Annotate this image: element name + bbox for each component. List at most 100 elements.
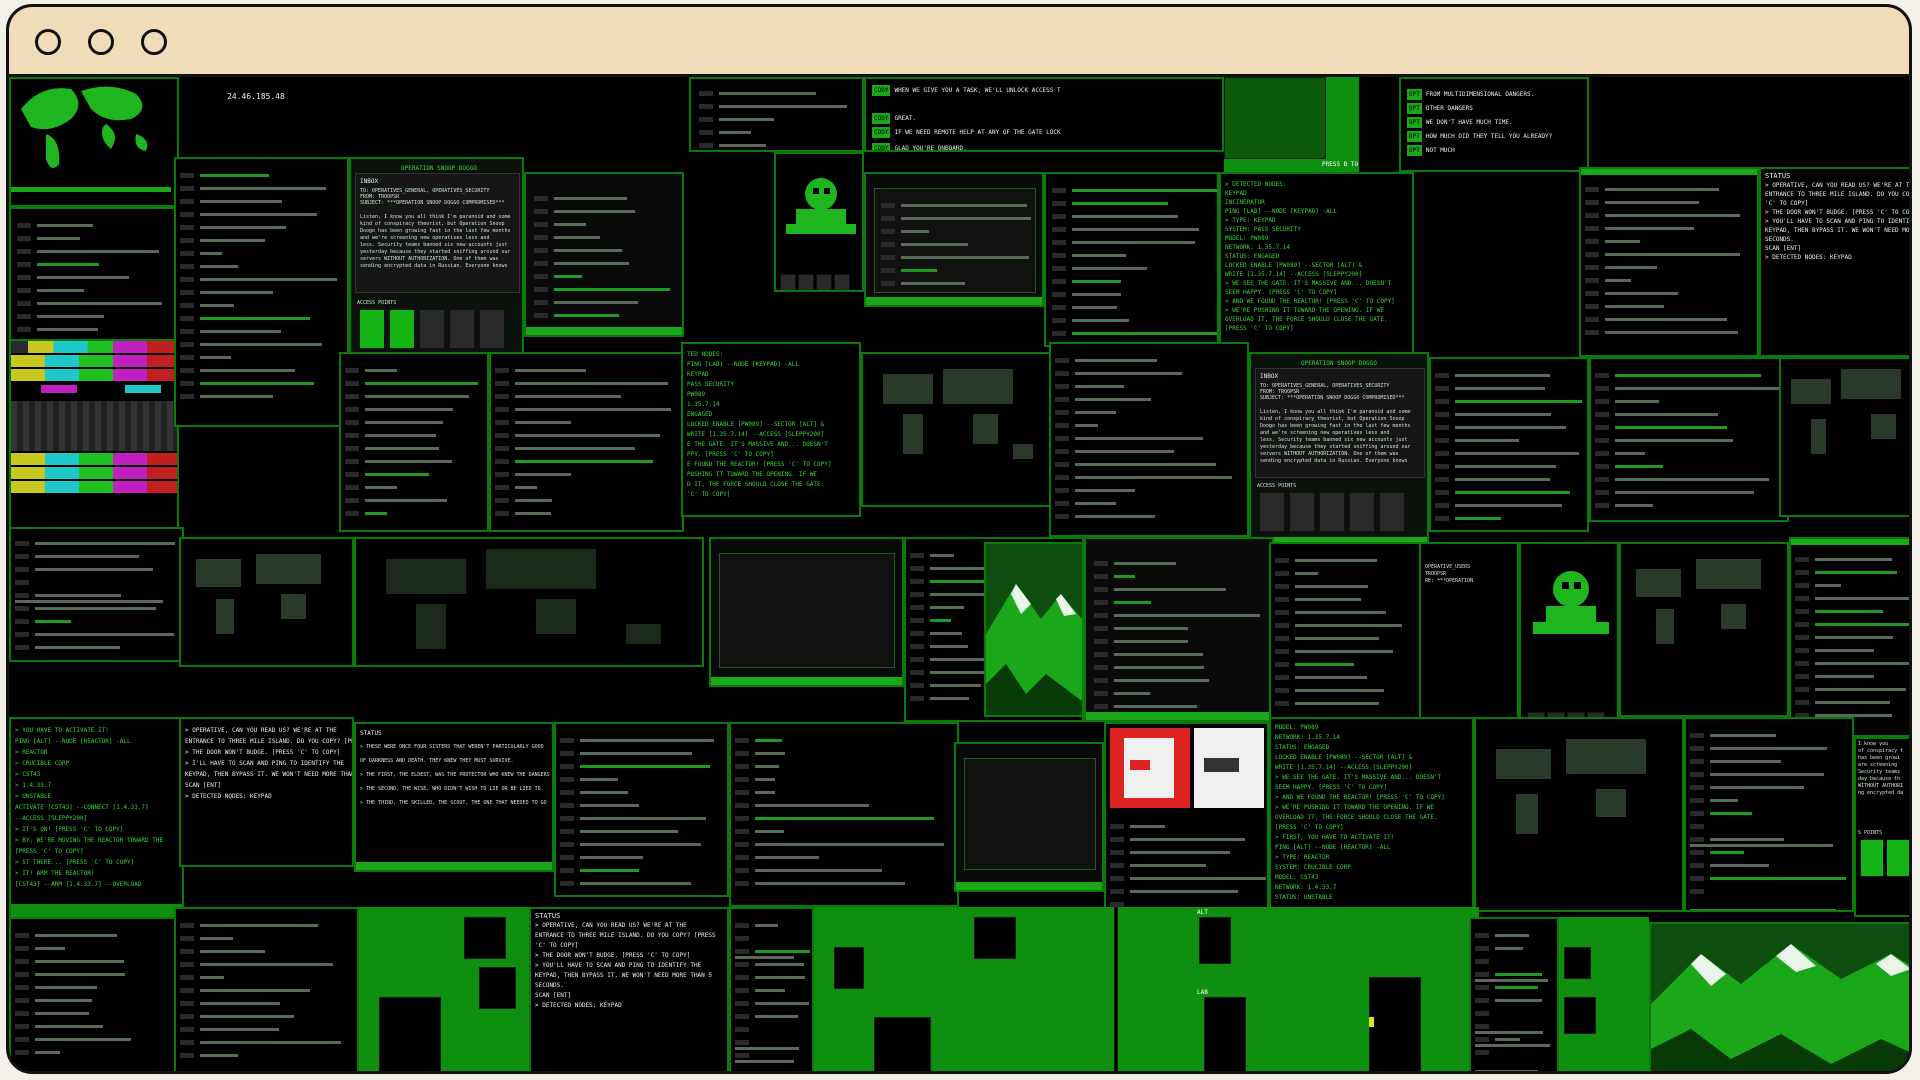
log-row [1094, 592, 1260, 605]
option-3[interactable]: OPT WE DON'T HAVE MUCH TIME. [1407, 117, 1513, 128]
scan-log-lines: > OPERATIVE, CAN YOU READ US? WE'RE AT T… [185, 725, 352, 802]
log-row [180, 1019, 341, 1032]
slot-c[interactable] [816, 274, 832, 290]
log-row [180, 373, 337, 386]
access-point-2-1[interactable] [1259, 492, 1285, 532]
log-row [1690, 868, 1852, 881]
log-row [534, 253, 670, 266]
maximize-button[interactable] [141, 29, 167, 55]
log-row [1585, 218, 1740, 231]
log-row [495, 425, 671, 438]
monitor-bar-3 [956, 882, 1102, 890]
access-point-5[interactable] [479, 309, 505, 349]
access-point-2-2[interactable] [1289, 492, 1315, 532]
points-slot-1[interactable] [1860, 839, 1884, 877]
log-row [534, 266, 670, 279]
log-line: LOCKED ENABLE [PW089] --SECTOR [ALT] & [687, 421, 825, 428]
access-points-label: ACCESS POINTS [357, 300, 397, 306]
access-point-2-4[interactable] [1349, 492, 1375, 532]
access-point-3[interactable] [419, 309, 445, 349]
monitor-window-2 [709, 537, 904, 687]
option-1[interactable]: OPT FROM MULTIDIMENSIONAL DANGERS. [1407, 89, 1534, 100]
log-line: MODEL: CST43 [1275, 874, 1319, 881]
monitor-screen-2 [719, 553, 895, 668]
access-point-2[interactable] [389, 309, 415, 349]
sign-tail-panel: I know you of conspiracy t has been grow… [1854, 737, 1909, 917]
mid-log-f [1589, 357, 1789, 522]
slot-b[interactable] [798, 274, 814, 290]
access-point-2-5[interactable] [1379, 492, 1405, 532]
log-line: > CRUCIBLE CORP [15, 760, 70, 767]
log-row [881, 221, 1031, 234]
log-row [345, 360, 478, 373]
log-row [180, 1032, 341, 1045]
reactor-command-log: > YOU HAVE TO ACTIVATE IT! PING [ALT] --N… [9, 717, 184, 927]
mid-log-h [1789, 537, 1909, 737]
log-row [735, 834, 944, 847]
log-row [560, 834, 714, 847]
option-5[interactable]: OPT NOT MUCH [1407, 145, 1455, 156]
right-log-rows [1585, 179, 1740, 335]
log-row [1690, 725, 1852, 738]
log-row [180, 1045, 341, 1058]
dialog-line-4: CODY GLAD YOU'RE ONBOARD. [872, 143, 967, 152]
log-row [180, 256, 337, 269]
press-b-label[interactable]: PRESS B TO [1322, 159, 1358, 170]
log-row [1110, 842, 1267, 855]
alt-label: ALT [1197, 909, 1208, 916]
dotted-world-map-icon-5 [1636, 559, 1761, 644]
log-line: ENTRANCE TO THREE MILE ISLAND. DO YOU CO… [1765, 191, 1909, 198]
log-row [735, 915, 812, 928]
log-row [180, 308, 337, 321]
access-point-2-3[interactable] [1319, 492, 1345, 532]
log-row [560, 756, 714, 769]
log-row [1595, 495, 1782, 508]
monitor-window [864, 172, 1044, 307]
green-grid-panel [359, 907, 529, 1071]
log-row [1055, 389, 1232, 402]
dialog-line-3: CODY IF WE NEED REMOTE HELP AT ANY OF THE… [872, 127, 1061, 138]
activity-log-rows [180, 165, 337, 399]
log-line: SYSTEM: CRUCIBLE CORP [1275, 864, 1351, 871]
lab-label: LAB [1197, 989, 1208, 996]
log-line: --ACCESS [SLEPPY200] [15, 815, 88, 822]
log-line: 1.35.7.14 [687, 401, 720, 408]
log-row [345, 438, 478, 451]
option-4[interactable]: OPT HOW MUCH DID THEY TELL YOU ALREADY? [1407, 131, 1552, 142]
close-button[interactable] [35, 29, 61, 55]
log-row [1435, 469, 1582, 482]
log-row [15, 546, 182, 559]
access-point-1[interactable] [359, 309, 385, 349]
log-row [1795, 653, 1909, 666]
log-row [699, 109, 847, 122]
story-bar [356, 862, 552, 870]
log-line: > THESE WERE ONCE FOUR SISTERS THAT WERE… [360, 744, 544, 750]
slot-a[interactable] [780, 274, 796, 290]
map-cell-6 [1369, 977, 1421, 1071]
log-row [1475, 1003, 1557, 1034]
log-row [735, 873, 944, 886]
log-row [1052, 258, 1217, 271]
log-row [1795, 614, 1909, 627]
slot-d[interactable] [834, 274, 850, 290]
mountain-image [984, 542, 1084, 717]
log-line: > IT'S ON! [PRESS 'C' TO COPY] [15, 826, 124, 833]
access-point-4[interactable] [449, 309, 475, 349]
log-line: > WE'RE PUSHING IT TOWARD THE OPENING. I… [1225, 307, 1384, 314]
log-row [881, 208, 1031, 221]
points-slot-2[interactable] [1886, 839, 1909, 877]
white-document-icon [1194, 728, 1264, 808]
option-2[interactable]: OPT OTHER DANGERS [1407, 103, 1473, 114]
email-body: Listen, I know you all think I'm paranoi… [360, 214, 511, 269]
log-line: SEEM HAPPY. [PRESS 'C' TO COPY] [1275, 784, 1387, 791]
log-row [15, 624, 182, 637]
log-row [180, 386, 337, 399]
world-map-4 [179, 537, 354, 667]
log-line: SCAN [ENT] [185, 782, 222, 789]
log-row [1052, 206, 1217, 219]
log-row [345, 464, 478, 477]
system-log [1044, 172, 1219, 347]
log-line: > OPERATIVE, CAN YOU READ US? WE'RE AT T… [185, 727, 337, 734]
log-line: 'C' TO COPY] [535, 942, 579, 949]
minimize-button[interactable] [88, 29, 114, 55]
